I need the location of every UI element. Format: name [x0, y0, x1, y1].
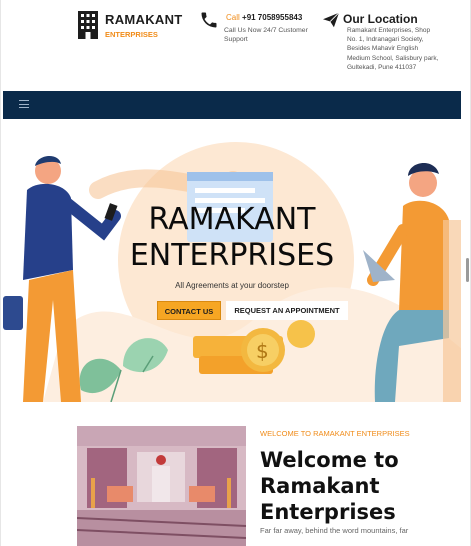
- welcome-title: Welcome to Ramakant Enterprises: [260, 447, 460, 525]
- welcome-title-line-3: Enterprises: [260, 500, 396, 524]
- call-line: Call +91 7058955843: [226, 13, 302, 22]
- page: RAMAKANT ENTERPRISES Call +91 7058955843…: [0, 0, 471, 546]
- contact-us-button[interactable]: CONTACT US: [157, 301, 221, 320]
- welcome-text: Far far away, behind the word mountains,…: [260, 526, 409, 535]
- paper-plane-icon: [323, 12, 340, 28]
- call-support-text: Call Us Now 24/7 Customer Support: [224, 27, 308, 43]
- hero-banner: $ RAMAKANT ENTERPRISES All Agreements at…: [3, 120, 461, 402]
- call-label: Call: [226, 13, 240, 22]
- brand-name[interactable]: RAMAKANT: [105, 12, 183, 27]
- site-header: RAMAKANT ENTERPRISES Call +91 7058955843…: [1, 0, 461, 90]
- office-photo: [77, 426, 246, 546]
- hero-subtitle: All Agreements at your doorstep: [175, 281, 289, 290]
- location-title: Our Location: [343, 12, 418, 26]
- scrollbar-thumb[interactable]: [466, 258, 469, 282]
- request-appointment-button[interactable]: REQUEST AN APPOINTMENT: [226, 301, 348, 320]
- phone-icon: [201, 12, 217, 28]
- brand-subtitle[interactable]: ENTERPRISES: [105, 30, 158, 39]
- svg-text:$: $: [256, 339, 269, 363]
- welcome-title-line-2: Ramakant: [260, 474, 380, 498]
- hero-title-line-2: ENTERPRISES: [129, 238, 335, 273]
- navbar: [3, 91, 461, 119]
- hamburger-menu-icon[interactable]: [19, 100, 29, 108]
- building-logo-icon[interactable]: [77, 10, 99, 40]
- hero-title: RAMAKANT ENTERPRISES: [3, 202, 461, 274]
- welcome-kicker: WELCOME TO RAMAKANT ENTERPRISES: [260, 429, 410, 438]
- welcome-title-line-1: Welcome to: [260, 448, 399, 472]
- phone-number[interactable]: +91 7058955843: [242, 13, 302, 22]
- location-address: Ramakant Enterprises, Shop No. 1, Indran…: [347, 27, 439, 71]
- hero-title-line-1: RAMAKANT: [148, 202, 316, 237]
